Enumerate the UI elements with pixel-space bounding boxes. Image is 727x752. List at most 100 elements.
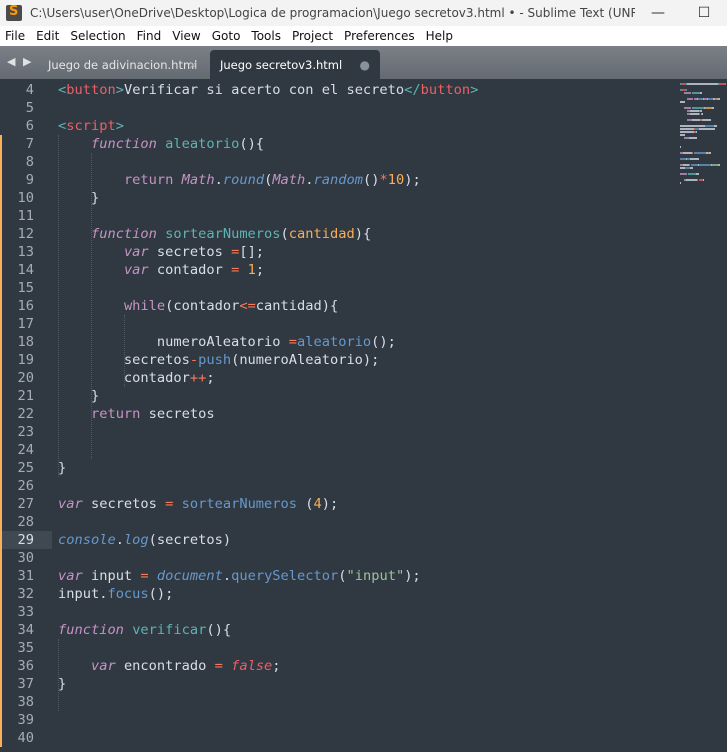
token: (numeroAleatorio); xyxy=(231,352,380,368)
modified-line-marker xyxy=(0,315,2,333)
code-line[interactable]: 21 } xyxy=(0,387,680,405)
code-line[interactable]: 40 xyxy=(0,729,680,747)
line-number: 5 xyxy=(25,100,34,116)
minimap[interactable] xyxy=(680,81,727,752)
menu-goto[interactable]: Goto xyxy=(207,29,247,43)
token: < xyxy=(58,118,67,134)
modified-dot-icon[interactable]: ● xyxy=(360,58,370,72)
code-line[interactable]: 32 input.focus(); xyxy=(0,585,680,603)
code-line[interactable]: 29 console.log(secretos) xyxy=(0,531,680,549)
code-line[interactable]: 22 return secretos xyxy=(0,405,680,423)
menu-preferences[interactable]: Preferences xyxy=(339,29,421,43)
code-line[interactable]: 18 numeroAleatorio =aleatorio(); xyxy=(0,333,680,351)
token: log xyxy=(123,532,149,548)
token: push xyxy=(198,352,232,368)
minimap-mark xyxy=(691,107,705,109)
tab-juego-secretov3[interactable]: Juego secretov3.html ● xyxy=(210,50,380,79)
tab-juego-de-adivinacion[interactable]: Juego de adivinacion.html × xyxy=(38,50,208,79)
token: encontrado xyxy=(115,658,215,674)
menu-tools[interactable]: Tools xyxy=(246,29,287,43)
code-line[interactable]: 25} xyxy=(0,459,680,477)
code-line[interactable]: 5 xyxy=(0,99,680,117)
minimap-mark xyxy=(689,137,698,139)
code-line[interactable]: 24 xyxy=(0,441,680,459)
menu-help[interactable]: Help xyxy=(421,29,459,43)
code-line[interactable]: 35 xyxy=(0,639,680,657)
code-line[interactable]: 26 xyxy=(0,477,680,495)
menu-selection[interactable]: Selection xyxy=(65,29,131,43)
code-line[interactable]: 11 xyxy=(0,207,680,225)
code-line[interactable]: 6 <script> xyxy=(0,117,680,135)
code-line[interactable]: 8 xyxy=(0,153,680,171)
line-code: } xyxy=(58,189,99,207)
code-line[interactable]: 16 while(contador<=cantidad){ xyxy=(0,297,680,315)
minimap-mark xyxy=(682,152,692,154)
modified-line-marker xyxy=(0,423,2,441)
code-line[interactable]: 10 } xyxy=(0,189,680,207)
code-line[interactable]: 38 xyxy=(0,693,680,711)
modified-line-marker xyxy=(0,225,2,243)
code-line[interactable]: 27 var secretos = sortearNumeros (4); xyxy=(0,495,680,513)
token: (); xyxy=(371,334,396,350)
line-number: 13 xyxy=(17,244,34,260)
code-line[interactable]: 34 function verificar(){ xyxy=(0,621,680,639)
menu-project[interactable]: Project xyxy=(287,29,339,43)
token: button xyxy=(66,82,116,98)
token: cantidad xyxy=(288,226,355,242)
minimap-mark xyxy=(717,164,720,166)
menu-file[interactable]: File xyxy=(0,29,31,43)
minimap-mark xyxy=(686,179,698,181)
code-editor[interactable]: 4 <button>Verificar si acerto con el secr… xyxy=(0,81,680,752)
menu-view[interactable]: View xyxy=(167,29,206,43)
token: . xyxy=(305,172,314,188)
code-line[interactable]: 37} xyxy=(0,675,680,693)
code-line[interactable]: 4 <button>Verificar si acerto con el secr… xyxy=(0,81,680,99)
token: ){ xyxy=(354,226,372,242)
minimap-mark xyxy=(687,98,693,100)
token: . xyxy=(115,532,124,548)
code-line[interactable]: 14 var contador = 1; xyxy=(0,261,680,279)
minimap-mark xyxy=(699,110,703,112)
code-line[interactable]: 9 return Math.round(Math.random()*10); xyxy=(0,171,680,189)
maximize-button[interactable]: ☐ xyxy=(681,5,727,21)
code-line[interactable]: 19 secretos-push(numeroAleatorio); xyxy=(0,351,680,369)
token: ( xyxy=(280,226,289,242)
menu-edit[interactable]: Edit xyxy=(31,29,65,43)
title-bar: C:\Users\user\OneDrive\Desktop\Logica de… xyxy=(0,0,727,26)
code-line[interactable]: 23 xyxy=(0,423,680,441)
minimap-mark xyxy=(706,125,715,127)
code-line[interactable]: 36 var encontrado = false; xyxy=(0,657,680,675)
code-line[interactable]: 7 function aleatorio(){ xyxy=(0,135,680,153)
minimize-button[interactable]: — xyxy=(635,5,681,21)
code-line[interactable]: 17 xyxy=(0,315,680,333)
code-line[interactable]: 20 contador++; xyxy=(0,369,680,387)
minimap-mark xyxy=(698,128,716,130)
code-line[interactable]: 33 xyxy=(0,603,680,621)
minimap-mark xyxy=(699,92,703,94)
code-line[interactable]: 30 xyxy=(0,549,680,567)
code-line[interactable]: 13 var secretos =[]; xyxy=(0,243,680,261)
line-code: console.log(secretos) xyxy=(58,531,231,549)
code-line[interactable]: 31 var input = document.querySelector("in… xyxy=(0,567,680,585)
code-line[interactable]: 39 xyxy=(0,711,680,729)
line-code: contador++; xyxy=(58,369,215,387)
code-line[interactable]: 12 function sortearNumeros(cantidad){ xyxy=(0,225,680,243)
line-code: <script> xyxy=(58,117,124,135)
indent-guide xyxy=(91,153,92,459)
menu-find[interactable]: Find xyxy=(132,29,168,43)
indent-guide xyxy=(58,135,59,477)
token: numeroAleatorio xyxy=(58,334,289,350)
code-line[interactable]: 28 xyxy=(0,513,680,531)
tab-nav-arrows-icon[interactable]: ◀ ▶ xyxy=(7,55,33,68)
token: var xyxy=(58,568,83,584)
line-number: 27 xyxy=(17,496,34,512)
token: secretos xyxy=(148,244,232,260)
line-code: var secretos = sortearNumeros (4); xyxy=(58,495,338,513)
close-icon[interactable]: × xyxy=(188,58,198,72)
token: ( xyxy=(338,568,347,584)
tab-bar: ◀ ▶ Juego de adivinacion.html × Juego se… xyxy=(0,46,727,79)
code-line[interactable]: 15 xyxy=(0,279,680,297)
